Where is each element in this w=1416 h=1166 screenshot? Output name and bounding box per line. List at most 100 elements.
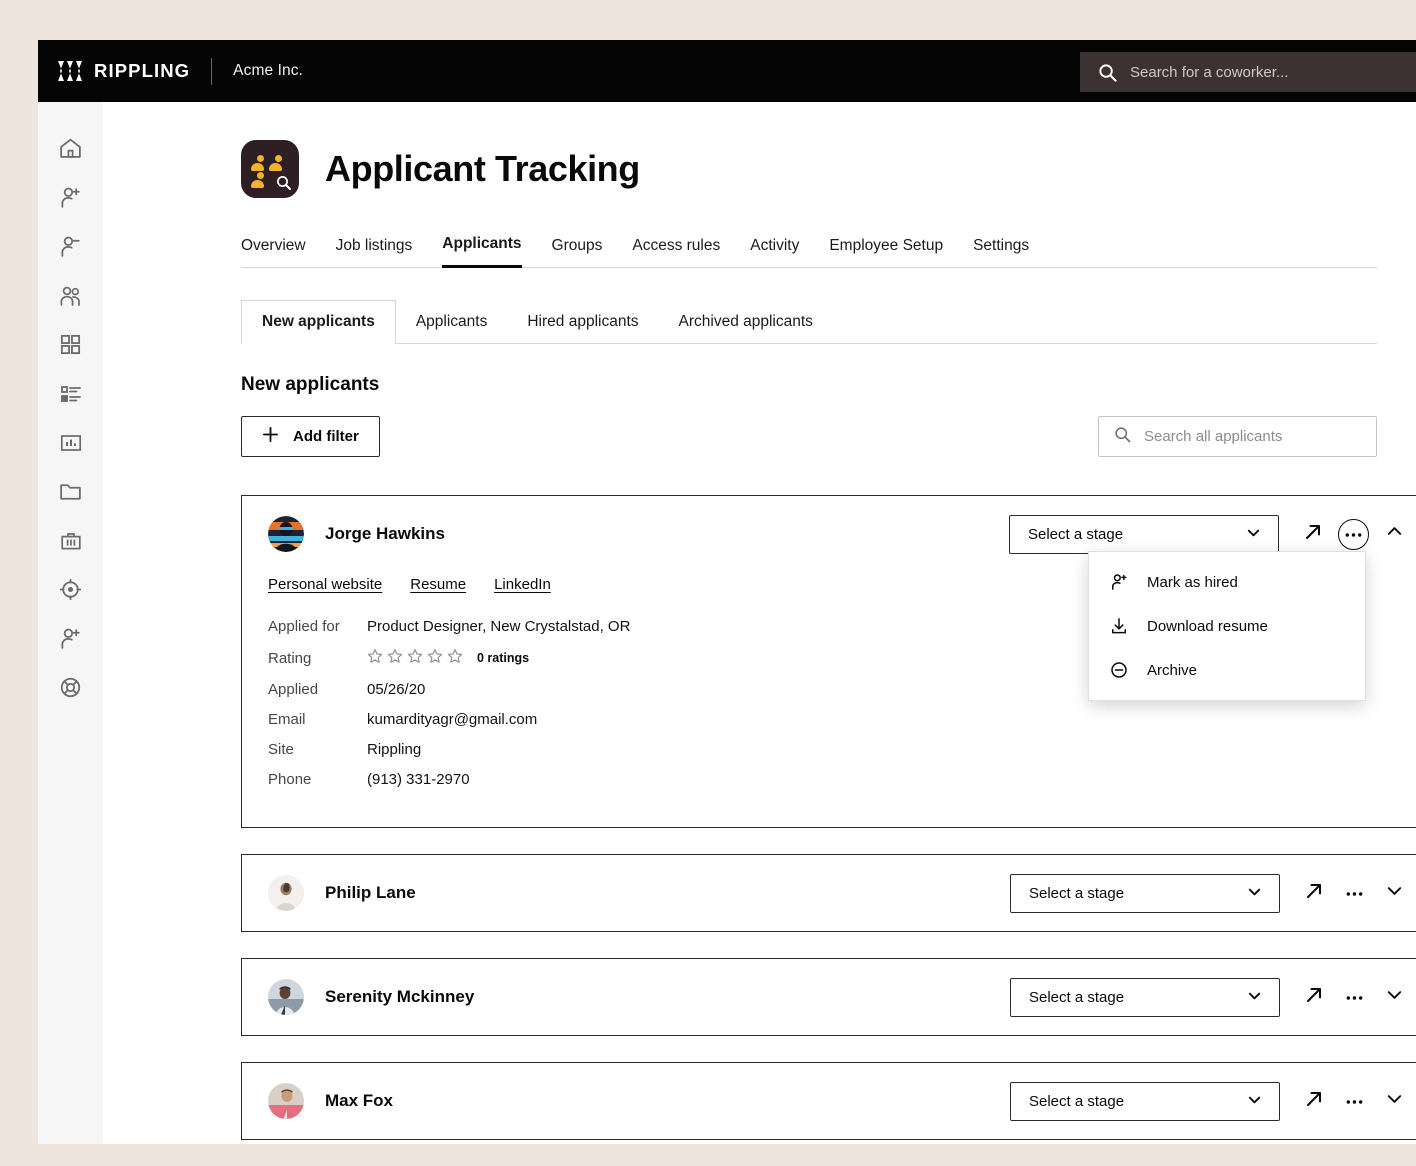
ratings-count: 0 ratings — [477, 651, 530, 665]
sidebar-item-support[interactable] — [38, 663, 103, 712]
link-resume[interactable]: Resume — [410, 576, 466, 593]
subtab-applicants[interactable]: Applicants — [396, 300, 508, 343]
avatar — [268, 875, 304, 911]
section-title: New applicants — [241, 374, 380, 395]
menu-item-mark-as-hired[interactable]: Mark as hired — [1089, 560, 1365, 604]
person-add-icon-2 — [58, 626, 83, 651]
menu-item-archive[interactable]: Archive — [1089, 648, 1365, 692]
applicant-card-header[interactable]: Max Fox Select a stage — [242, 1063, 1416, 1139]
sidebar-item-recruiting[interactable] — [38, 614, 103, 663]
open-external-button[interactable] — [1294, 977, 1334, 1017]
applicant-identity: Philip Lane — [268, 875, 416, 911]
applicant-name: Jorge Hawkins — [325, 524, 445, 543]
primary-tabs: Overview Job listings Applicants Groups … — [241, 235, 1377, 268]
global-search-input[interactable]: Search for a coworker... — [1080, 52, 1416, 92]
ellipsis-icon — [1346, 1092, 1363, 1110]
app-window: RIPPLING Acme Inc. Search for a coworker… — [38, 40, 1416, 1144]
apps-grid-icon — [59, 333, 82, 356]
star-icon-4[interactable] — [427, 648, 443, 668]
more-options-button[interactable] — [1334, 977, 1374, 1017]
sidebar-item-tasks[interactable] — [38, 369, 103, 418]
sidebar-item-benefits[interactable] — [38, 516, 103, 565]
secondary-tabs: New applicants Applicants Hired applican… — [241, 300, 1377, 344]
sidebar-item-goals[interactable] — [38, 565, 103, 614]
star-icon-3[interactable] — [407, 648, 423, 668]
tab-groups[interactable]: Groups — [552, 237, 603, 267]
tab-activity[interactable]: Activity — [750, 237, 799, 267]
tab-employee-setup[interactable]: Employee Setup — [829, 237, 943, 267]
expand-card-button[interactable] — [1374, 1081, 1414, 1121]
sidebar-item-documents[interactable] — [38, 467, 103, 516]
detail-label: Phone — [268, 771, 312, 788]
stage-select-value: Select a stage — [1029, 1092, 1125, 1110]
detail-label: Email — [268, 711, 306, 728]
stage-select[interactable]: Select a stage — [1009, 514, 1279, 554]
chevron-down-icon — [1246, 1091, 1263, 1112]
sidebar-item-people[interactable] — [38, 271, 103, 320]
more-options-button[interactable] — [1334, 873, 1374, 913]
tab-access-rules[interactable]: Access rules — [632, 237, 720, 267]
sidebar-item-reports[interactable] — [38, 418, 103, 467]
rippling-logo-icon — [57, 61, 85, 81]
applicant-card-header[interactable]: Serenity Mckinney Select a stage — [242, 959, 1416, 1035]
applicant-identity: Max Fox — [268, 1083, 393, 1119]
more-options-button[interactable] — [1334, 1081, 1374, 1121]
external-link-arrow-icon — [1304, 881, 1324, 906]
people-icon — [58, 283, 84, 309]
tab-job-listings[interactable]: Job listings — [336, 237, 413, 267]
plus-icon — [262, 426, 279, 447]
detail-label: Applied for — [268, 618, 340, 635]
star-icon-1[interactable] — [367, 648, 383, 668]
rippling-wordmark: RIPPLING — [94, 60, 191, 81]
add-filter-button[interactable]: Add filter — [241, 416, 380, 457]
open-external-button[interactable] — [1294, 1081, 1334, 1121]
tab-applicants[interactable]: Applicants — [442, 235, 522, 268]
open-external-button[interactable] — [1294, 873, 1334, 913]
detail-label: Site — [268, 741, 294, 758]
brand-block[interactable]: RIPPLING Acme Inc. — [57, 57, 303, 85]
external-link-arrow-icon — [1304, 1089, 1324, 1114]
person-figure-2 — [269, 155, 282, 171]
lifebuoy-icon — [58, 675, 83, 700]
link-linkedin[interactable]: LinkedIn — [494, 576, 551, 593]
more-options-button[interactable] — [1338, 518, 1369, 550]
applicant-search-input[interactable]: Search all applicants — [1098, 416, 1377, 457]
link-personal-website[interactable]: Personal website — [268, 576, 382, 593]
card-context-menu: Mark as hired Download resume Archive — [1088, 551, 1366, 701]
tab-overview[interactable]: Overview — [241, 237, 306, 267]
subtab-hired-applicants[interactable]: Hired applicants — [507, 300, 658, 343]
applicant-card-actions: Select a stage — [1010, 1081, 1414, 1121]
sidebar-item-apps[interactable] — [38, 320, 103, 369]
applicant-card-header[interactable]: Philip Lane Select a stage — [242, 855, 1416, 931]
person-add-icon — [58, 185, 83, 210]
star-icon-2[interactable] — [387, 648, 403, 668]
expand-card-button[interactable] — [1374, 977, 1414, 1017]
subtab-new-applicants[interactable]: New applicants — [241, 300, 396, 344]
star-rating[interactable]: 0 ratings — [367, 648, 529, 668]
open-external-button[interactable] — [1293, 514, 1333, 554]
applicant-card-expanded: Jorge Hawkins Select a stage Personal we… — [241, 495, 1416, 828]
ellipsis-icon — [1345, 525, 1362, 543]
chevron-down-icon — [1385, 881, 1404, 905]
tab-settings[interactable]: Settings — [973, 237, 1029, 267]
stage-select[interactable]: Select a stage — [1010, 1081, 1280, 1121]
stage-select[interactable]: Select a stage — [1010, 977, 1280, 1017]
collapse-card-button[interactable] — [1374, 514, 1414, 554]
applicant-card-collapsed: Philip Lane Select a stage — [241, 854, 1416, 932]
stage-select[interactable]: Select a stage — [1010, 873, 1280, 913]
detail-email: Email kumardityagr@gmail.com — [268, 711, 1410, 728]
external-link-arrow-icon — [1304, 985, 1324, 1010]
chevron-up-icon — [1385, 522, 1404, 546]
star-icon-5[interactable] — [447, 648, 463, 668]
expand-card-button[interactable] — [1374, 873, 1414, 913]
sidebar-item-home[interactable] — [38, 124, 103, 173]
detail-label: Rating — [268, 649, 312, 667]
sidebar-item-add-person[interactable] — [38, 173, 103, 222]
avatar — [268, 1083, 304, 1119]
search-icon — [1114, 426, 1131, 448]
sidebar-item-remove-person[interactable] — [38, 222, 103, 271]
applicant-card-actions: Select a stage — [1009, 514, 1414, 554]
subtab-archived-applicants[interactable]: Archived applicants — [659, 300, 833, 343]
menu-item-download-resume[interactable]: Download resume — [1089, 604, 1365, 648]
company-name: Acme Inc. — [233, 62, 303, 79]
